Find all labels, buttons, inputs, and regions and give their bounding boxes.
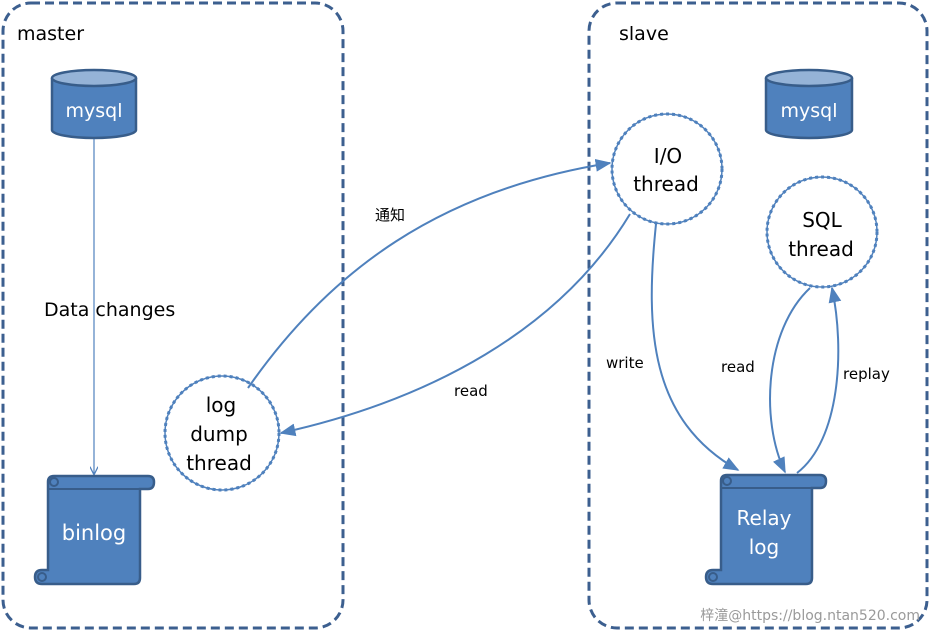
data-changes-label: Data changes [44,299,175,321]
relay-log-line-1: Relay [737,506,792,530]
sql-thread[interactable]: SQL thread [765,175,879,289]
read-local-arrow [769,287,811,474]
notify-label: 通知 [375,206,405,224]
io-thread-line-1: I/O [654,144,682,168]
log-dump-line-1: log [206,393,237,417]
master-group: master mysql Data changes binlog log dum… [1,1,345,630]
notify-arrow [247,158,612,389]
slave-db-label: mysql [781,100,838,122]
sql-thread-line-2: thread [788,237,854,261]
log-dump-line-2: dump [190,422,248,446]
master-db-label: mysql [66,100,123,122]
master-title: master [17,23,84,45]
slave-title: slave [619,23,669,45]
sql-thread-line-1: SQL [802,208,842,232]
io-thread-line-2: thread [633,172,699,196]
binlog-label: binlog [62,521,127,545]
read-local-label: read [721,358,755,376]
replay-label: replay [843,365,890,383]
read-cross-arrow [279,213,631,437]
replication-diagram: master mysql Data changes binlog log dum… [1,1,929,630]
read-cross-label: read [454,382,488,400]
slave-group: slave mysql I/O thread SQL thread Relay … [587,1,929,630]
binlog-scroll[interactable]: binlog [33,474,156,586]
write-label: write [606,354,644,372]
log-dump-line-3: thread [186,451,252,475]
relay-log-line-2: log [749,535,780,559]
write-arrow [650,223,740,471]
log-dump-thread[interactable]: log dump thread [163,374,281,492]
master-mysql-db[interactable]: mysql [50,68,138,140]
replay-arrow [796,286,842,474]
io-thread[interactable]: I/O thread [610,112,724,226]
relay-log-scroll[interactable]: Relay log [704,473,828,586]
slave-mysql-db[interactable]: mysql [764,68,854,140]
watermark: 梓潼@https://blog.ntan520.com [700,607,920,624]
